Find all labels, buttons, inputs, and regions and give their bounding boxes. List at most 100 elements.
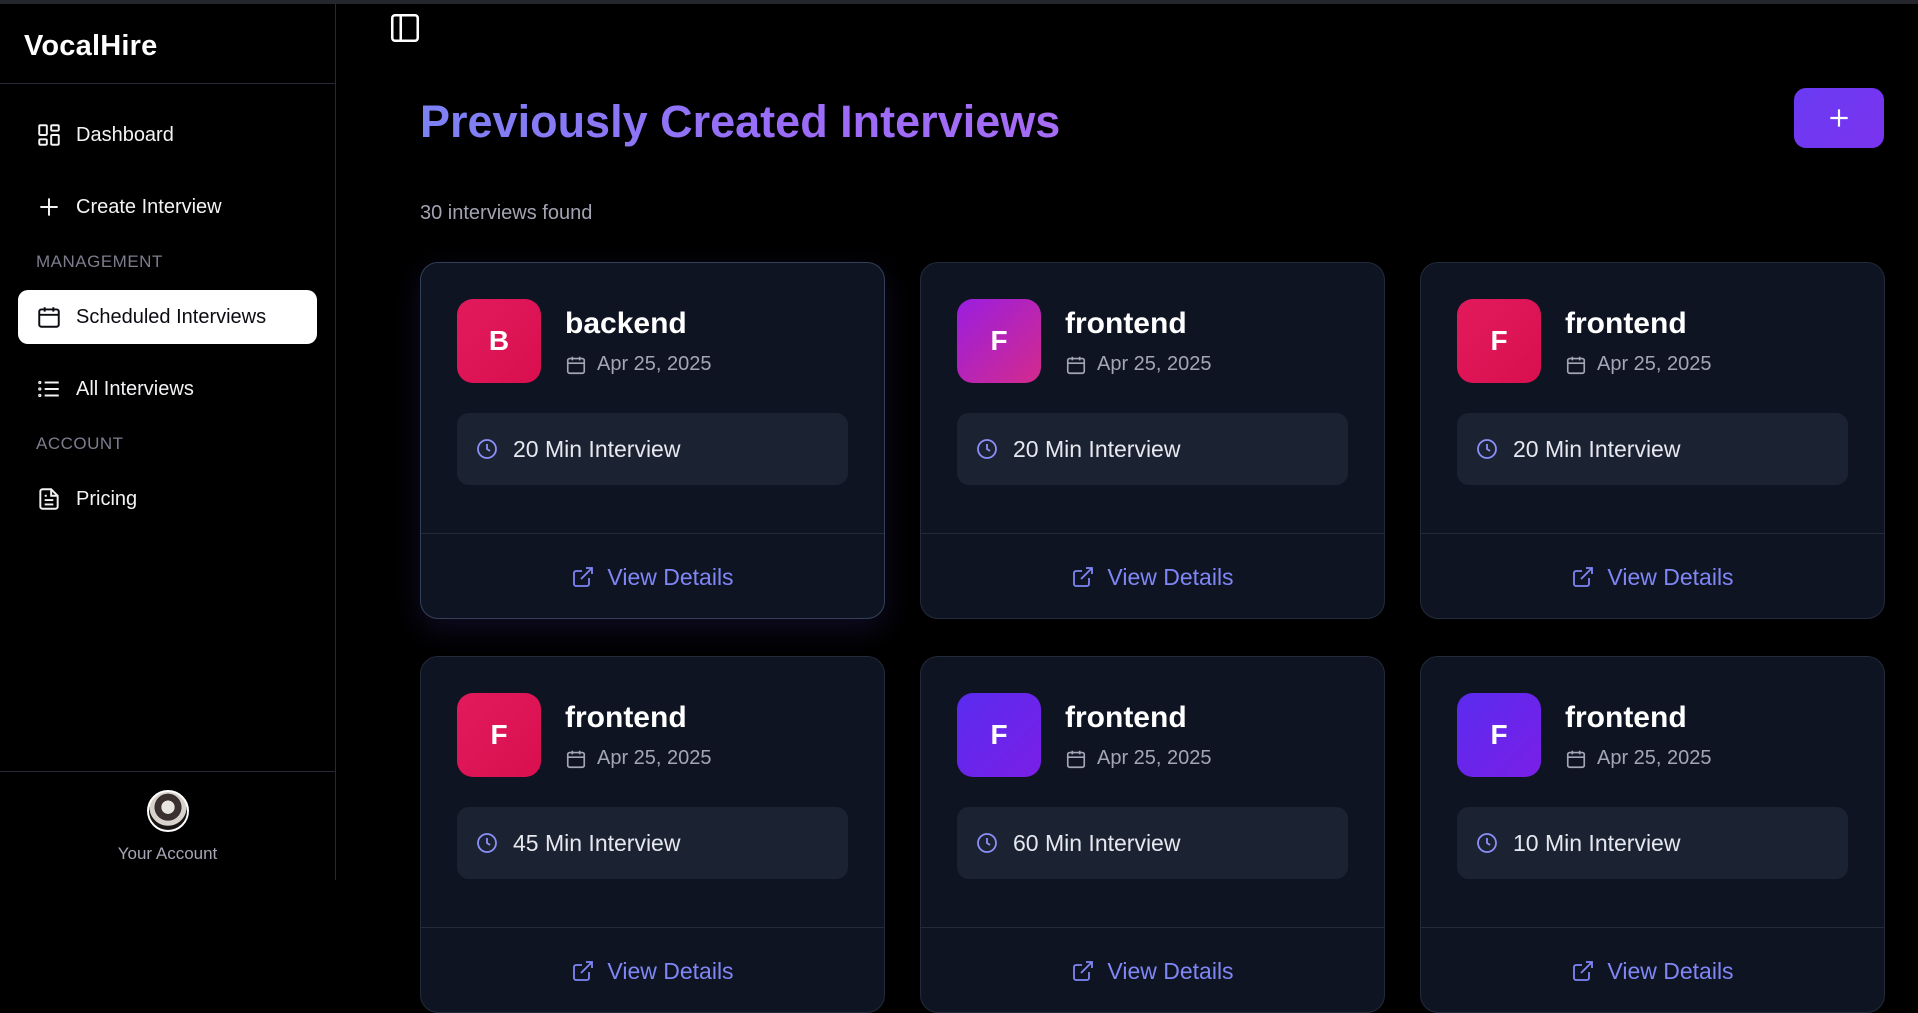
- external-link-icon: [573, 961, 594, 981]
- account-label[interactable]: Your Account: [118, 844, 218, 864]
- clock-icon: [1477, 439, 1497, 459]
- interview-initial-badge: F: [957, 299, 1041, 383]
- app-shell: VocalHire Dashboard Create Interview MAN…: [0, 4, 1918, 1013]
- sidebar-item-pricing[interactable]: Pricing: [18, 472, 317, 526]
- external-link-icon: [1573, 961, 1594, 981]
- clock-icon: [977, 833, 997, 853]
- interview-title: frontend: [565, 701, 687, 734]
- view-details-label: View Details: [607, 957, 734, 984]
- interview-card: F frontend Apr 25, 2025 60 Min Interview…: [920, 656, 1385, 1013]
- interview-date-text: Apr 25, 2025: [1097, 747, 1212, 769]
- sidebar: VocalHire Dashboard Create Interview MAN…: [0, 4, 336, 880]
- grid-icon: [38, 124, 60, 146]
- calendar-icon: [566, 356, 586, 374]
- interview-duration-text: 45 Min Interview: [513, 829, 681, 856]
- brand-logo: VocalHire: [0, 4, 335, 84]
- calendar-icon: [566, 750, 586, 768]
- view-details-link[interactable]: View Details: [1421, 534, 1884, 618]
- plus-icon: [40, 198, 58, 216]
- interview-card: F frontend Apr 25, 2025 20 Min Interview…: [920, 262, 1385, 619]
- calendar-icon: [38, 307, 60, 328]
- interview-card: F frontend Apr 25, 2025 10 Min Interview…: [1420, 656, 1885, 1013]
- interview-title: backend: [565, 307, 687, 340]
- interview-initial-badge: F: [957, 693, 1041, 777]
- interview-initial-badge: F: [457, 693, 541, 777]
- page-title: Previously Created Interviews: [420, 96, 1061, 147]
- sidebar-item-scheduled-interviews[interactable]: Scheduled Interviews: [18, 290, 317, 344]
- interview-date-text: Apr 25, 2025: [597, 747, 712, 769]
- interview-duration-text: 10 Min Interview: [1513, 829, 1681, 856]
- plus-icon: [1830, 109, 1848, 127]
- sidebar-toggle-icon[interactable]: [388, 11, 422, 45]
- document-icon: [39, 488, 59, 510]
- interview-duration: 45 Min Interview: [457, 807, 848, 879]
- avatar[interactable]: [146, 790, 189, 832]
- interview-duration-text: 60 Min Interview: [1013, 829, 1181, 856]
- interview-date: Apr 25, 2025: [1565, 747, 1712, 770]
- interview-date: Apr 25, 2025: [1565, 353, 1712, 376]
- sidebar-item-create-interview[interactable]: Create Interview: [18, 180, 317, 234]
- interview-duration: 20 Min Interview: [457, 413, 848, 485]
- interview-duration: 20 Min Interview: [957, 413, 1348, 485]
- calendar-icon: [1566, 356, 1586, 374]
- calendar-icon: [1066, 356, 1086, 374]
- clock-icon: [1477, 833, 1497, 853]
- interview-duration-text: 20 Min Interview: [1513, 435, 1681, 462]
- list-icon: [38, 380, 59, 398]
- interview-initial-badge: F: [1457, 299, 1541, 383]
- interview-date-text: Apr 25, 2025: [1097, 353, 1212, 375]
- interview-initial-badge: F: [1457, 693, 1541, 777]
- view-details-label: View Details: [1607, 563, 1734, 590]
- external-link-icon: [573, 567, 594, 587]
- calendar-icon: [1066, 750, 1086, 768]
- section-label-management: MANAGEMENT: [36, 252, 163, 271]
- interview-duration: 20 Min Interview: [1457, 413, 1848, 485]
- view-details-link[interactable]: View Details: [1421, 928, 1884, 1012]
- section-label-account: ACCOUNT: [36, 434, 124, 453]
- view-details-link[interactable]: View Details: [921, 534, 1384, 618]
- sidebar-item-label: Dashboard: [76, 123, 174, 146]
- clock-icon: [977, 439, 997, 459]
- sidebar-item-label: Scheduled Interviews: [76, 305, 267, 328]
- view-details-label: View Details: [1607, 957, 1734, 984]
- interview-grid: B backend Apr 25, 2025 20 Min Interview …: [420, 262, 1885, 1013]
- interview-duration: 10 Min Interview: [1457, 807, 1848, 879]
- view-details-label: View Details: [1107, 563, 1234, 590]
- view-details-label: View Details: [607, 563, 734, 590]
- interview-card: F frontend Apr 25, 2025 20 Min Interview…: [1420, 262, 1885, 619]
- interview-date: Apr 25, 2025: [565, 747, 712, 770]
- interview-date-text: Apr 25, 2025: [1597, 353, 1712, 375]
- sidebar-item-all-interviews[interactable]: All Interviews: [18, 362, 317, 416]
- interview-date: Apr 25, 2025: [1065, 353, 1212, 376]
- account-footer: Your Account: [0, 771, 335, 880]
- view-details-label: View Details: [1107, 957, 1234, 984]
- interview-date: Apr 25, 2025: [1065, 747, 1212, 770]
- clock-icon: [477, 439, 497, 459]
- clock-icon: [477, 833, 497, 853]
- interview-count: 30 interviews found: [420, 202, 593, 224]
- interview-date-text: Apr 25, 2025: [1597, 747, 1712, 769]
- interview-duration-text: 20 Min Interview: [513, 435, 681, 462]
- view-details-link[interactable]: View Details: [921, 928, 1384, 1012]
- external-link-icon: [1073, 567, 1094, 587]
- sidebar-nav: Dashboard Create Interview MANAGEMENT Sc…: [0, 84, 335, 526]
- sidebar-item-label: Pricing: [76, 487, 138, 510]
- sidebar-item-label: All Interviews: [76, 377, 194, 400]
- interview-title: frontend: [1065, 307, 1187, 340]
- main-content: Previously Created Interviews 30 intervi…: [336, 4, 1918, 1013]
- view-details-link[interactable]: View Details: [421, 534, 884, 618]
- interview-date: Apr 25, 2025: [565, 353, 712, 376]
- sidebar-item-dashboard[interactable]: Dashboard: [18, 108, 317, 162]
- interview-title: frontend: [1065, 701, 1187, 734]
- interview-card: F frontend Apr 25, 2025 45 Min Interview…: [420, 656, 885, 1013]
- interview-card: B backend Apr 25, 2025 20 Min Interview …: [420, 262, 885, 619]
- interview-date-text: Apr 25, 2025: [597, 353, 712, 375]
- interview-initial-badge: B: [457, 299, 541, 383]
- interview-duration: 60 Min Interview: [957, 807, 1348, 879]
- external-link-icon: [1073, 961, 1094, 981]
- view-details-link[interactable]: View Details: [421, 928, 884, 1012]
- external-link-icon: [1573, 567, 1594, 587]
- interview-title: frontend: [1565, 307, 1687, 340]
- add-interview-button[interactable]: [1794, 88, 1884, 148]
- interview-duration-text: 20 Min Interview: [1013, 435, 1181, 462]
